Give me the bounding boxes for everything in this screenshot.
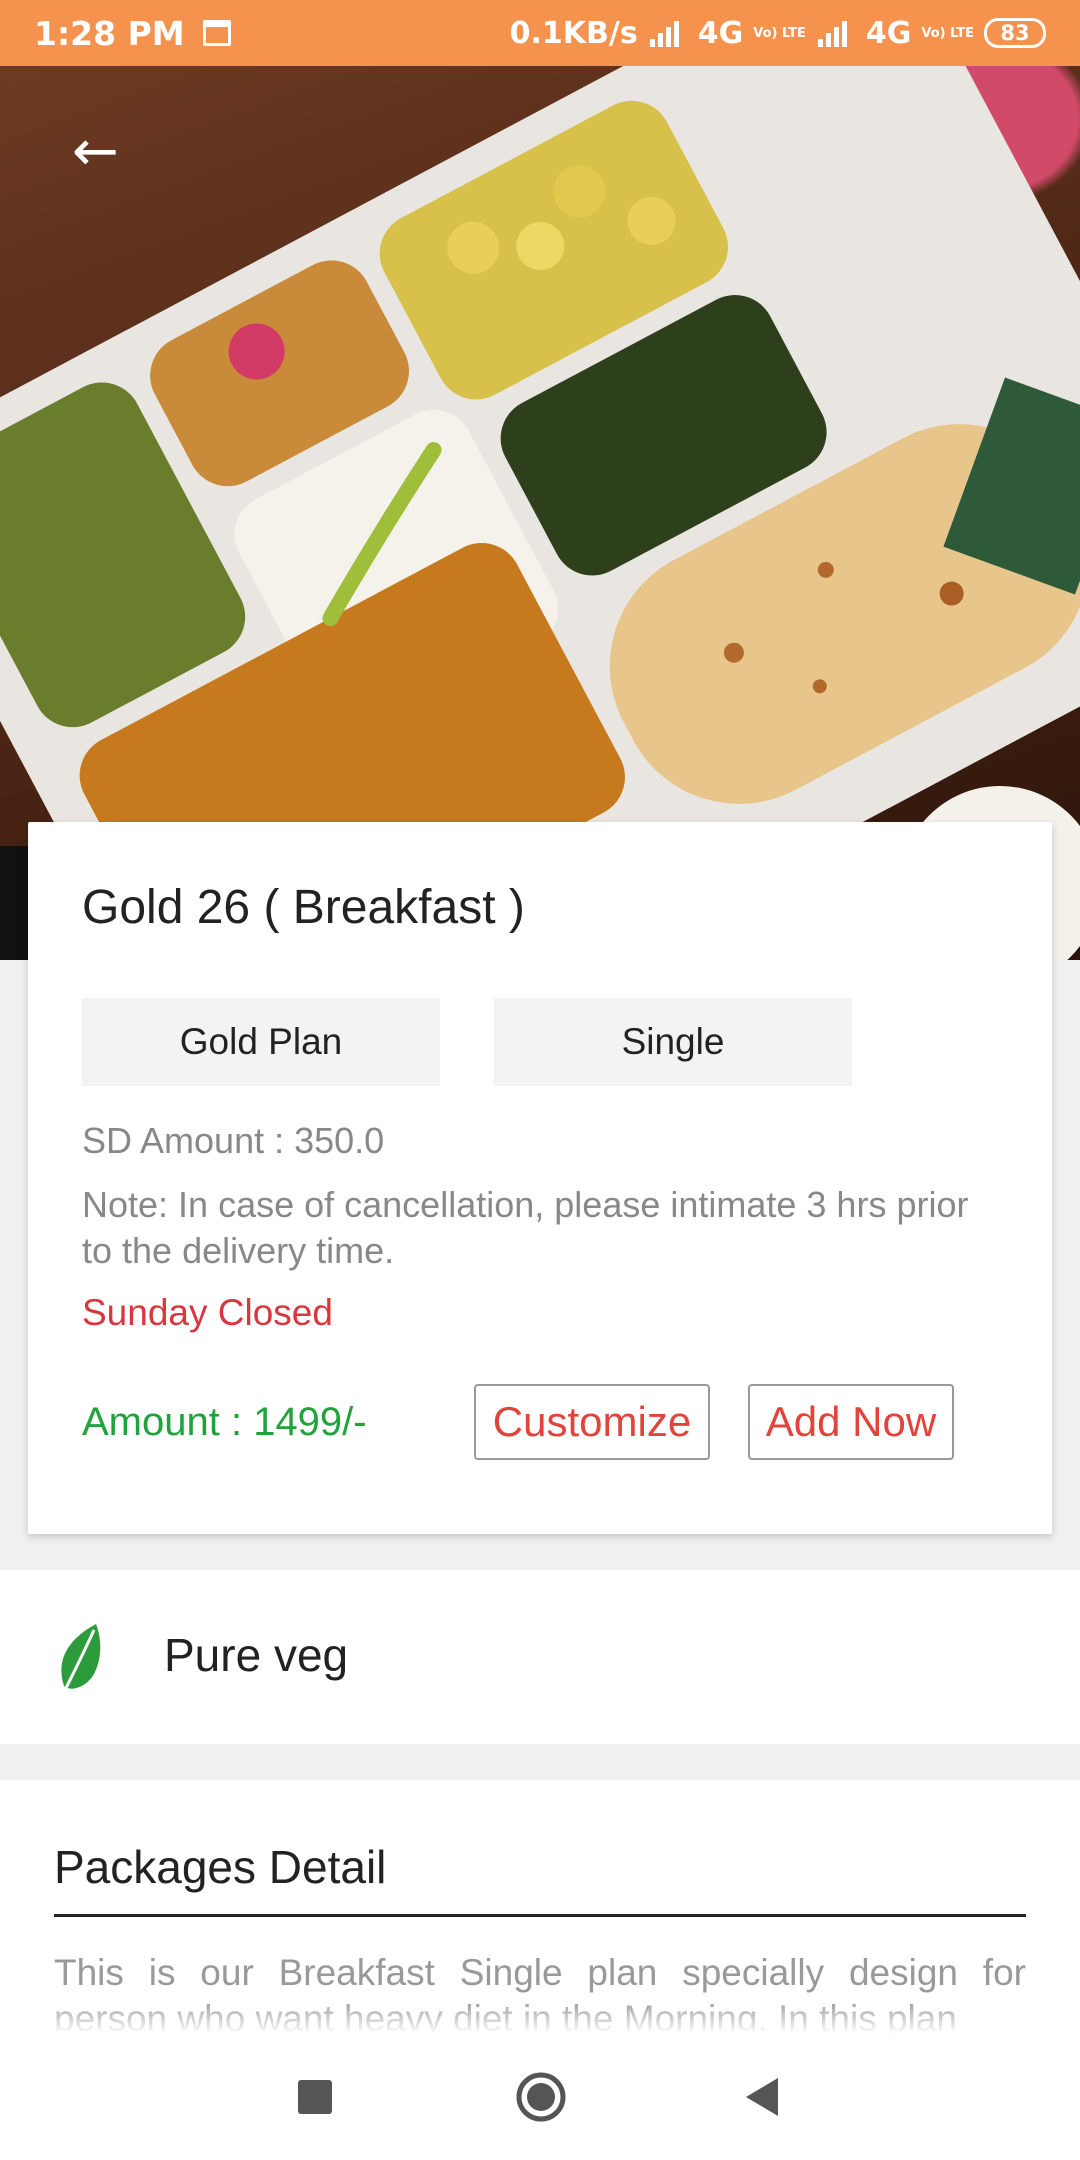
- closed-notice: Sunday Closed: [82, 1292, 333, 1333]
- plan-card: Gold 26 ( Breakfast ) Gold Plan Single S…: [28, 822, 1052, 1534]
- leaf-icon: [61, 1624, 101, 1689]
- recent-apps-icon[interactable]: [280, 2062, 350, 2132]
- signal-icon-2: [817, 21, 847, 47]
- pure-veg-row: Pure veg: [0, 1570, 1080, 1744]
- plan-title: Gold 26 ( Breakfast ): [82, 881, 525, 934]
- signal-icon: [649, 21, 679, 47]
- calendar-icon: [202, 20, 231, 46]
- back-arrow-icon[interactable]: ←: [72, 122, 142, 182]
- add-now-button[interactable]: Add Now: [748, 1384, 954, 1460]
- home-icon[interactable]: [506, 2062, 576, 2132]
- status-left: 1:28 PM: [34, 14, 231, 53]
- packages-title: Packages Detail: [54, 1841, 387, 1893]
- packages-detail-section: Packages Detail This is our Breakfast Si…: [0, 1780, 1080, 2034]
- cancellation-note: Note: In case of cancellation, please in…: [82, 1184, 969, 1271]
- network-type-2: 4G: [865, 15, 912, 51]
- plan-chip: Gold Plan: [82, 998, 440, 1086]
- sd-amount: SD Amount : 350.0: [82, 1120, 385, 1161]
- status-time: 1:28 PM: [34, 13, 185, 53]
- volte-icon: Vo) LTE: [753, 25, 806, 41]
- battery-icon: 83: [984, 18, 1046, 48]
- description-fade: [0, 2000, 1080, 2034]
- plan-type-chip: Single: [494, 998, 852, 1086]
- network-speed: 0.1KB/s: [509, 15, 638, 51]
- customize-button[interactable]: Customize: [474, 1384, 710, 1460]
- status-right: 0.1KB/s 4G Vo) LTE 4G Vo) LTE 83: [510, 16, 1046, 51]
- back-nav-icon[interactable]: [728, 2062, 798, 2132]
- system-nav-bar: [0, 2034, 1080, 2160]
- status-bar: 1:28 PM 0.1KB/s 4G Vo) LTE 4G Vo) LTE 83: [0, 0, 1080, 66]
- volte-icon-2: Vo) LTE: [921, 25, 974, 41]
- plan-amount: Amount : 1499/-: [82, 1400, 367, 1444]
- pure-veg-label: Pure veg: [164, 1629, 349, 1681]
- network-type-1: 4G: [697, 15, 744, 51]
- packages-divider: [54, 1914, 1026, 1917]
